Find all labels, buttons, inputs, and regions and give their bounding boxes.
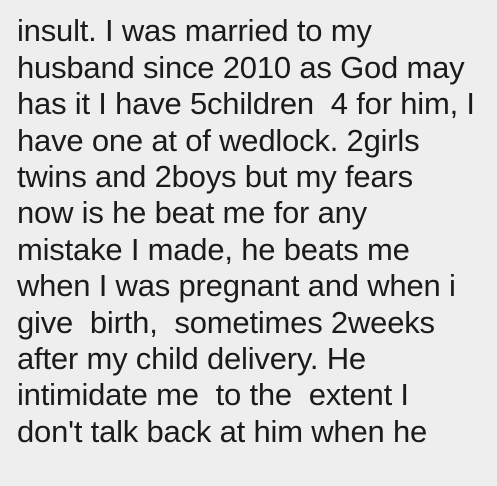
message-line-partial-bottom xyxy=(17,450,493,486)
message-line: intimidate me to the extent I xyxy=(17,377,409,413)
message-line: insult. I was married to my xyxy=(17,13,372,49)
message-line: mistake I made, he beats me xyxy=(17,231,410,267)
message-line-partial-top xyxy=(17,0,493,13)
message-line: twins and 2boys but my fears xyxy=(17,158,413,194)
message-line: now is he beat me for any xyxy=(17,195,367,231)
message-line: when I was pregnant and when i xyxy=(17,268,456,304)
message-line: have one at of wedlock. 2girls xyxy=(17,122,420,158)
message-line: has it I have 5children 4 for him, I xyxy=(17,86,475,122)
message-text-block: insult. I was married to my husband sinc… xyxy=(17,0,493,486)
message-line: after my child delivery. He xyxy=(17,340,366,376)
message-line: husband since 2010 as God may xyxy=(17,49,465,85)
message-line: give birth, sometimes 2weeks xyxy=(17,304,435,340)
message-line: don't talk back at him when he xyxy=(17,413,428,449)
